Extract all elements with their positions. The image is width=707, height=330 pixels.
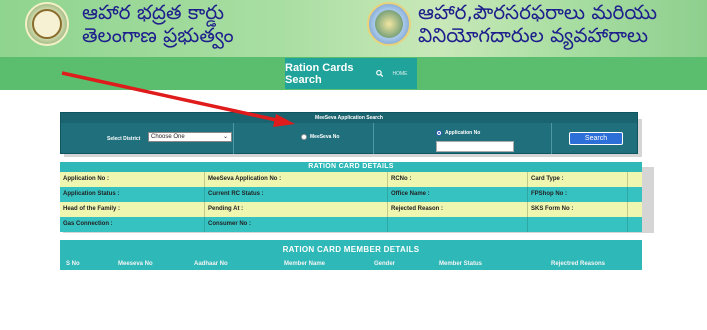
district-select-value: Choose One (151, 134, 185, 140)
table-cell: Application No : (60, 172, 205, 187)
header-title-right-line2: వినియోగదారుల వ్యవహారాలు (418, 23, 649, 47)
member-details-table: RATION CARD MEMBER DETAILS S No Meeseva … (60, 240, 642, 270)
table-row: Application No : MeeSeva Application No … (60, 172, 642, 187)
civil-supplies-emblem-icon (367, 2, 411, 46)
search-panel-title: MeeSeva Application Search (61, 113, 637, 123)
table-cell: Head of the Family : (60, 202, 205, 217)
search-icon (375, 69, 383, 78)
column-header: Member Status (439, 261, 483, 267)
search-button[interactable]: Search (569, 132, 623, 145)
table-cell: Office Name : (388, 187, 528, 202)
column-header: S No (66, 261, 80, 267)
table-cell: RCNo : (388, 172, 528, 187)
column-header: Member Name (284, 261, 326, 267)
panel-divider (551, 123, 552, 154)
table-row: Application Status : Current RC Status :… (60, 187, 642, 202)
table-cell: Gas Connection : (60, 217, 205, 232)
table-cell: SKS Form No : (528, 202, 628, 217)
table-cell: Rejected Reason : (388, 202, 528, 217)
nav-search-label: Ration Cards Search (285, 61, 354, 86)
meeseva-search-panel: MeeSeva Application Search Select Distri… (60, 112, 638, 154)
panel-divider (373, 123, 374, 154)
details-table-title: RATION CARD DETAILS (308, 163, 394, 170)
table-cell: Current RC Status : (205, 187, 388, 202)
table-cell (528, 217, 628, 232)
column-header: Aadhaar No (194, 261, 228, 267)
table-cell (388, 217, 528, 232)
ration-cards-search-tab[interactable]: Ration Cards Search (285, 58, 383, 89)
table-cell: FPShop No : (528, 187, 628, 202)
district-label: Select District (107, 136, 141, 142)
column-header: Rejectred Reasons (551, 261, 606, 267)
navbar: Ration Cards Search HOME (0, 57, 707, 90)
header-title-left-line2: తెలంగాణ ప్రభుత్వం (82, 23, 234, 47)
table-cell: MeeSeva Application No : (205, 172, 388, 187)
header-title-right-line1: ఆహార,పౌరసరఫరాలు మరియు (418, 0, 658, 24)
ration-card-details-table: RATION CARD DETAILS Application No : Mee… (60, 162, 642, 232)
meeseva-no-radio[interactable] (301, 134, 307, 140)
application-no-radio[interactable] (436, 130, 442, 136)
application-no-radio-label: Application No (445, 130, 481, 136)
site-header: ఆహార భద్రత కార్డు తెలంగాణ ప్రభుత్వం ఆహార… (0, 0, 707, 57)
table-cell: Card Type : (528, 172, 628, 187)
member-table-header: S No Meeseva No Aadhaar No Member Name G… (60, 258, 642, 270)
home-tab[interactable]: HOME (383, 58, 417, 89)
column-header: Meeseva No (118, 261, 153, 267)
telangana-emblem-icon (25, 2, 69, 46)
column-header: Gender (374, 261, 396, 267)
chevron-down-icon: ⌄ (222, 134, 228, 140)
table-row: Head of the Family : Pending At : Reject… (60, 202, 642, 217)
panel-divider (233, 123, 234, 154)
meeseva-no-radio-label: MeeSeva No (310, 134, 340, 140)
table-cell: Pending At : (205, 202, 388, 217)
table-cell: Consumer No : (205, 217, 388, 232)
table-row: Gas Connection : Consumer No : (60, 217, 642, 232)
application-no-input[interactable] (436, 141, 514, 152)
table-cell: Application Status : (60, 187, 205, 202)
member-table-title: RATION CARD MEMBER DETAILS (282, 245, 420, 254)
header-title-left-line1: ఆహార భద్రత కార్డు (82, 0, 224, 24)
district-select[interactable]: Choose One ⌄ (148, 132, 232, 142)
